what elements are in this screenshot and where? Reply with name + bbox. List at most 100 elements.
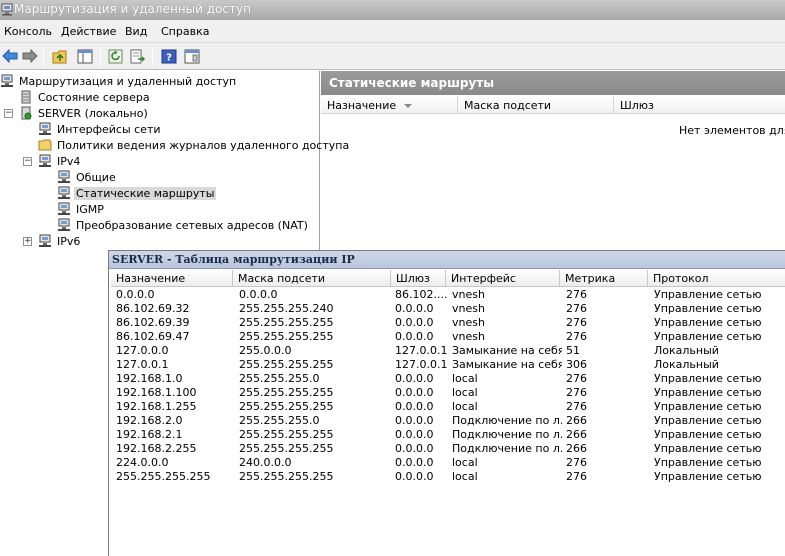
table-cell: 0.0.0.0 (395, 386, 434, 399)
table-row[interactable]: 192.168.1.100 255.255.255.255 0.0.0.0 local… (111, 386, 785, 400)
window-title-bar[interactable]: Маршрутизация и удаленный доступ (0, 0, 785, 20)
table-cell: 0.0.0.0 (395, 330, 434, 343)
tree-item-logging-policies[interactable]: Политики ведения журналов удаленного дос… (38, 137, 351, 153)
column-header-subnet-mask[interactable]: Маска подсети (458, 96, 614, 114)
up-level-button[interactable] (50, 46, 70, 66)
table-cell: 0.0.0.0 (395, 442, 434, 455)
table-cell: vnesh (452, 330, 485, 343)
table-cell: 0.0.0.0 (395, 400, 434, 413)
table-row[interactable]: 192.168.2.0 255.255.255.0 0.0.0.0 Подключен… (111, 414, 785, 428)
table-cell: 255.255.255.0 (239, 372, 320, 385)
properties-button[interactable] (182, 46, 202, 66)
help-button[interactable]: ? (159, 46, 179, 66)
routing-table-column-headers: Назначение Маска подсети Шлюз Интерфейс … (111, 270, 785, 287)
tree-item-server[interactable]: SERVER (локально) (19, 105, 150, 121)
table-cell: 192.168.2.255 (116, 442, 197, 455)
table-cell: local (452, 456, 478, 469)
tree-item-ipv6[interactable]: IPv6 (38, 233, 82, 249)
table-cell: 0.0.0.0 (395, 456, 434, 469)
back-button[interactable] (0, 46, 20, 66)
export-list-button[interactable] (128, 46, 148, 66)
tree-label: IGMP (76, 202, 104, 216)
table-cell: Подключение по л... (452, 414, 562, 427)
menu-console[interactable]: Консоль (4, 25, 52, 38)
table-cell: 86.102.69.39 (116, 316, 190, 329)
forward-button[interactable] (20, 46, 40, 66)
empty-list-message: Нет элементов для о (679, 124, 785, 137)
up-folder-icon (52, 50, 67, 63)
table-row[interactable]: 127.0.0.1 255.255.255.255 127.0.0.1 Замыкан… (111, 358, 785, 372)
table-cell: 276 (566, 372, 587, 385)
tree-label: Политики ведения журналов удаленного дос… (57, 138, 350, 152)
tree-item-network-interfaces[interactable]: Интерфейсы сети (38, 121, 163, 137)
table-cell: 0.0.0.0 (395, 302, 434, 315)
export-list-icon (130, 49, 146, 63)
column-header-protocol[interactable]: Протокол (648, 270, 785, 287)
table-row[interactable]: 0.0.0.0 0.0.0.0 86.102.... vnesh 276 Управлен… (111, 288, 785, 302)
table-cell: vnesh (452, 288, 485, 301)
table-row[interactable]: 192.168.1.255 255.255.255.255 0.0.0.0 local… (111, 400, 785, 414)
table-cell: 306 (566, 358, 587, 371)
tree-label: Общие (76, 170, 116, 184)
table-cell: 255.255.255.255 (239, 358, 334, 371)
table-row[interactable]: 255.255.255.255 255.255.255.255 0.0.0.0 loc… (111, 470, 785, 484)
collapse-server-toggle[interactable]: − (4, 109, 13, 118)
tree-item-nat[interactable]: Преобразование сетевых адресов (NAT) (57, 217, 310, 233)
column-header-gateway[interactable]: Шлюз (614, 96, 785, 114)
table-cell: 276 (566, 302, 587, 315)
column-header-subnet-mask[interactable]: Маска подсети (233, 270, 391, 287)
menu-help[interactable]: Справка (161, 25, 209, 38)
column-header-destination[interactable]: Назначение (111, 270, 233, 287)
menu-view[interactable]: Вид (125, 25, 147, 38)
table-cell: 276 (566, 386, 587, 399)
tree-item-general[interactable]: Общие (57, 169, 118, 185)
tree-item-igmp[interactable]: IGMP (57, 201, 106, 217)
toolbar-separator (152, 48, 153, 65)
table-cell: 0.0.0.0 (239, 288, 278, 301)
expand-ipv6-toggle[interactable]: + (23, 237, 32, 246)
table-cell: 86.102.69.32 (116, 302, 190, 315)
table-row[interactable]: 86.102.69.39 255.255.255.255 0.0.0.0 vnesh 2… (111, 316, 785, 330)
table-cell: 0.0.0.0 (395, 316, 434, 329)
table-row[interactable]: 86.102.69.47 255.255.255.255 0.0.0.0 vnesh 2… (111, 330, 785, 344)
svg-text:?: ? (166, 52, 172, 63)
column-label: Маска подсети (238, 272, 326, 285)
table-row[interactable]: 192.168.1.0 255.255.255.0 0.0.0.0 local 276 У… (111, 372, 785, 386)
tree-item-server-status[interactable]: Состояние сервера (19, 89, 152, 105)
result-pane-title: Статические маршруты (321, 71, 785, 95)
static-routes-icon (58, 186, 70, 199)
refresh-button[interactable] (106, 46, 126, 66)
table-cell: Управление сетью (654, 400, 762, 413)
table-cell: 276 (566, 330, 587, 343)
tree-item-ipv4[interactable]: IPv4 (38, 153, 82, 169)
menu-action[interactable]: Действие (61, 25, 116, 38)
tree-item-static-routes[interactable]: Статические маршруты (57, 185, 217, 201)
column-header-destination[interactable]: Назначение (321, 96, 458, 114)
table-cell: 255.255.255.240 (239, 302, 334, 315)
table-cell: vnesh (452, 316, 485, 329)
table-cell: Замыкание на себя (452, 358, 562, 371)
table-cell: 255.0.0.0 (239, 344, 292, 357)
table-cell: vnesh (452, 302, 485, 315)
routing-server-icon (1, 74, 13, 87)
table-cell: 192.168.1.0 (116, 372, 183, 385)
column-header-interface[interactable]: Интерфейс (446, 270, 560, 287)
dialog-title[interactable]: SERVER - Таблица маршрутизации IP (109, 251, 785, 269)
table-row[interactable]: 127.0.0.0 255.0.0.0 127.0.0.1 Замыкание на … (111, 344, 785, 358)
ipv6-icon (39, 234, 51, 247)
column-header-gateway[interactable]: Шлюз (391, 270, 446, 287)
show-hide-tree-button[interactable] (75, 46, 95, 66)
collapse-ipv4-toggle[interactable]: − (23, 157, 32, 166)
table-row[interactable]: 86.102.69.32 255.255.255.240 0.0.0.0 vnesh 2… (111, 302, 785, 316)
table-row[interactable]: 192.168.2.1 255.255.255.255 0.0.0.0 Подключ… (111, 428, 785, 442)
table-cell: 276 (566, 400, 587, 413)
table-cell: Управление сетью (654, 470, 762, 483)
column-label: Шлюз (396, 272, 430, 285)
tree-item-root[interactable]: Маршрутизация и удаленный доступ (0, 73, 238, 89)
routing-table-dialog[interactable]: SERVER - Таблица маршрутизации IP Назнач… (108, 250, 785, 556)
table-cell: 0.0.0.0 (395, 372, 434, 385)
table-row[interactable]: 192.168.2.255 255.255.255.255 0.0.0.0 Подкл… (111, 442, 785, 456)
column-header-metric[interactable]: Метрика (560, 270, 648, 287)
column-label: Маска подсети (464, 99, 552, 112)
table-row[interactable]: 224.0.0.0 240.0.0.0 0.0.0.0 local 276 Управле… (111, 456, 785, 470)
